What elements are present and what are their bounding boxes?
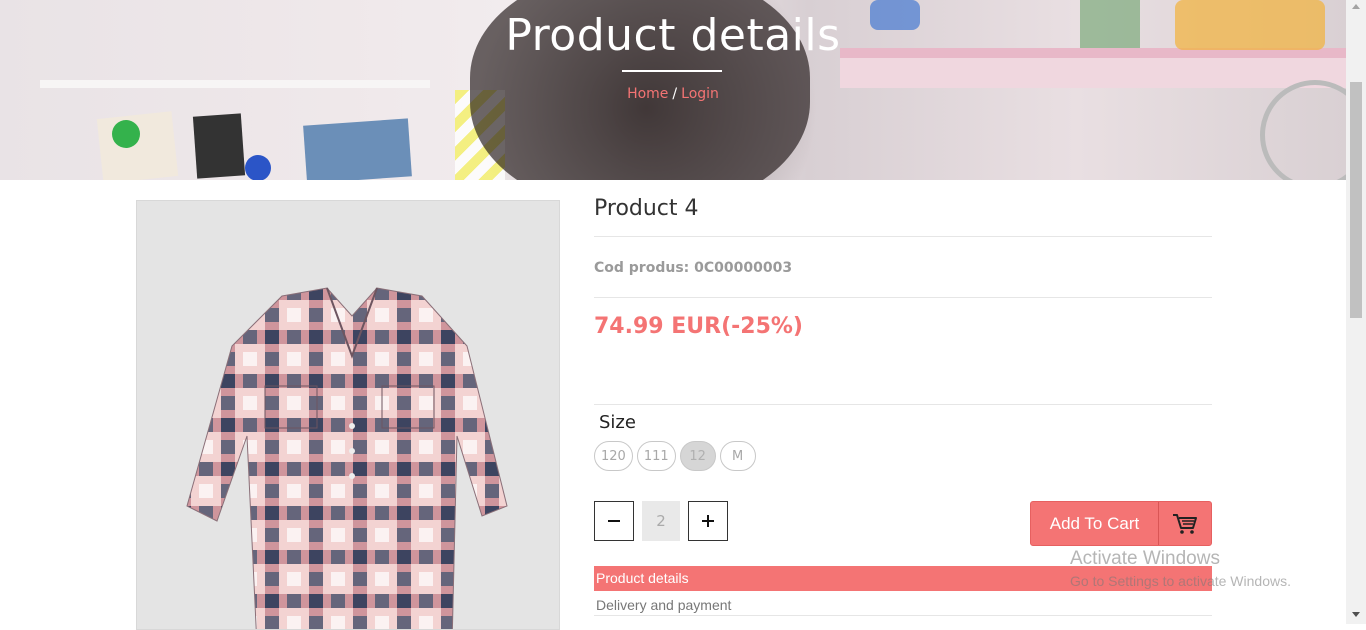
breadcrumb-login-link[interactable]: Login [681, 86, 719, 102]
minus-icon [608, 520, 620, 522]
scrollbar-thumb[interactable] [1350, 82, 1362, 318]
hero-poster [192, 113, 246, 179]
quantity-input[interactable]: 2 [642, 501, 680, 541]
hero-ball [245, 155, 271, 180]
hero-banner: Product details Home / Login [0, 0, 1346, 180]
activate-windows-title: Activate Windows [1070, 548, 1220, 569]
divider [594, 404, 1212, 405]
size-options: 120 111 12 M [594, 441, 756, 471]
hero-poster [96, 111, 179, 180]
hero-shelf-shadow [840, 58, 1346, 88]
size-option-111[interactable]: 111 [636, 441, 676, 471]
quantity-decrease-button[interactable] [594, 501, 634, 541]
quantity-increase-button[interactable] [688, 501, 728, 541]
product-name: Product 4 [594, 196, 699, 221]
cart-icon [1159, 502, 1211, 545]
scroll-down-arrow-icon[interactable] [1352, 612, 1360, 617]
product-code-value: 0C00000003 [694, 260, 793, 276]
size-option-12[interactable]: 12 [679, 441, 716, 471]
scroll-up-arrow-icon[interactable] [1352, 4, 1360, 9]
product-price: 74.99 EUR(-25%) [594, 314, 803, 339]
hero-ball [112, 120, 140, 148]
page-scrollbar[interactable] [1346, 0, 1366, 624]
breadcrumb-separator: / [672, 86, 678, 102]
size-option-m[interactable]: M [719, 441, 756, 471]
divider [594, 297, 1212, 298]
title-underline [622, 70, 722, 72]
add-to-cart-label: Add To Cart [1031, 502, 1159, 545]
plaid-shirt-image [186, 287, 508, 629]
hero-poster [303, 118, 412, 180]
page-title: Product details [505, 10, 841, 61]
size-label: Size [599, 412, 636, 433]
activate-windows-subtitle: Go to Settings to activate Windows. [1070, 573, 1291, 589]
product-image[interactable] [136, 200, 560, 630]
product-code: Cod produs: 0C00000003 [594, 260, 792, 276]
divider [594, 236, 1212, 237]
breadcrumb-home-link[interactable]: Home [627, 86, 668, 102]
tab-delivery-payment[interactable]: Delivery and payment [594, 594, 1212, 616]
plus-icon [702, 515, 714, 527]
product-code-label: Cod produs: [594, 260, 690, 276]
add-to-cart-button[interactable]: Add To Cart [1030, 501, 1212, 546]
breadcrumb: Home / Login [0, 86, 1346, 102]
size-option-120[interactable]: 120 [594, 441, 633, 471]
